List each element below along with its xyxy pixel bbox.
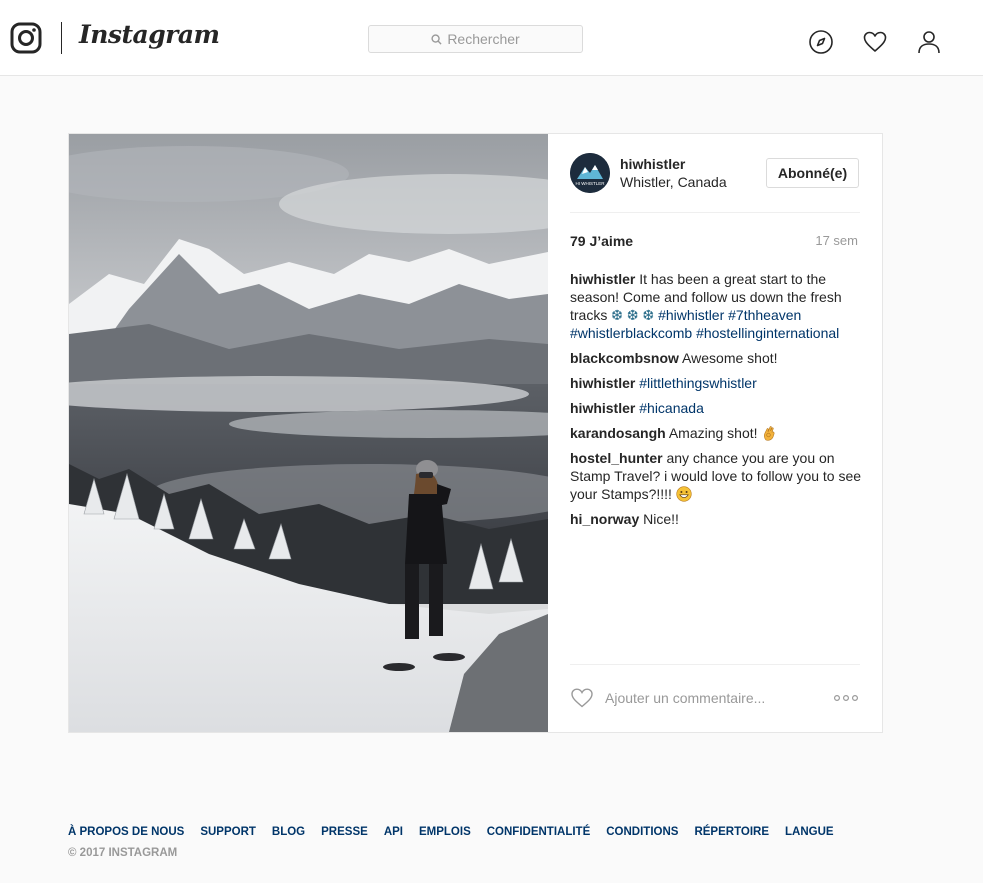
comment-author[interactable]: hi_norway bbox=[570, 511, 639, 527]
top-navbar: Instagram Rechercher bbox=[0, 0, 983, 76]
account-avatar[interactable]: HI WHISTLER bbox=[570, 153, 610, 193]
footer-link-support[interactable]: SUPPORT bbox=[200, 826, 256, 838]
like-heart-icon[interactable] bbox=[570, 686, 594, 710]
comment-author[interactable]: hostel_hunter bbox=[570, 450, 663, 466]
comments-list: hiwhistler It has been a great start to … bbox=[570, 270, 862, 535]
snowflake-emoji: ❆ ❆ ❆ bbox=[611, 307, 655, 323]
comment-text: Amazing shot! bbox=[668, 425, 758, 441]
comment-item: karandosangh Amazing shot! bbox=[570, 424, 862, 442]
instagram-wordmark[interactable]: Instagram bbox=[79, 20, 220, 49]
hashtag-link[interactable]: #hiwhistler bbox=[658, 307, 724, 323]
activity-heart-icon[interactable] bbox=[862, 29, 888, 55]
comment-author[interactable]: hiwhistler bbox=[570, 375, 635, 391]
explore-compass-icon[interactable] bbox=[808, 29, 834, 55]
comment-item: hiwhistler #littlethingswhistler bbox=[570, 374, 862, 392]
comment-author[interactable]: hiwhistler bbox=[570, 271, 635, 287]
hashtag-link[interactable]: #hicanada bbox=[639, 400, 704, 416]
footer-link-language[interactable]: LANGUE bbox=[785, 826, 834, 838]
footer-link-about[interactable]: À PROPOS DE NOUS bbox=[68, 826, 184, 838]
following-button[interactable]: Abonné(e) bbox=[766, 158, 859, 188]
likes-count[interactable]: 79 J’aime bbox=[570, 233, 633, 249]
comment-text: Awesome shot! bbox=[682, 350, 778, 366]
comment-input[interactable] bbox=[605, 688, 805, 708]
comment-author[interactable]: hiwhistler bbox=[570, 400, 635, 416]
profile-user-icon[interactable] bbox=[916, 29, 942, 55]
post-username[interactable]: hiwhistler bbox=[620, 156, 685, 172]
footer-link-api[interactable]: API bbox=[384, 826, 403, 838]
search-box[interactable]: Rechercher bbox=[368, 25, 583, 53]
add-comment-bar bbox=[570, 664, 860, 732]
post-age[interactable]: 17 sem bbox=[815, 233, 858, 248]
instagram-glyph-icon[interactable] bbox=[10, 22, 42, 54]
page-footer: À PROPOS DE NOUS SUPPORT BLOG PRESSE API… bbox=[68, 826, 883, 859]
comment-author[interactable]: blackcombsnow bbox=[570, 350, 679, 366]
avatar-logo-text: HI WHISTLER bbox=[575, 181, 605, 186]
post-header: HI WHISTLER hiwhistler Whistler, Canada … bbox=[570, 153, 860, 213]
copyright: © 2017 INSTAGRAM bbox=[68, 847, 178, 859]
footer-link-directory[interactable]: RÉPERTOIRE bbox=[694, 826, 769, 838]
logo-divider bbox=[61, 22, 62, 54]
footer-link-terms[interactable]: CONDITIONS bbox=[606, 826, 678, 838]
hashtag-link[interactable]: #7thheaven bbox=[728, 307, 801, 323]
post-photo[interactable] bbox=[69, 134, 548, 732]
comment-item: hi_norway Nice!! bbox=[570, 510, 862, 528]
likes-row: 79 J’aime 17 sem bbox=[570, 233, 860, 251]
hashtag-link[interactable]: #hostellinginternational bbox=[696, 325, 839, 341]
comment-author[interactable]: karandosangh bbox=[570, 425, 666, 441]
comment-item: hiwhistler #hicanada bbox=[570, 399, 862, 417]
footer-link-jobs[interactable]: EMPLOIS bbox=[419, 826, 471, 838]
post-sidebar: HI WHISTLER hiwhistler Whistler, Canada … bbox=[548, 134, 882, 732]
comment-text: Nice!! bbox=[643, 511, 679, 527]
hashtag-link[interactable]: #littlethingswhistler bbox=[639, 375, 757, 391]
hashtag-link[interactable]: #whistlerblackcomb bbox=[570, 325, 692, 341]
caption: hiwhistler It has been a great start to … bbox=[570, 270, 862, 342]
search-placeholder: Rechercher bbox=[447, 31, 520, 47]
ok-hand-emoji-icon bbox=[764, 426, 775, 441]
footer-links: À PROPOS DE NOUS SUPPORT BLOG PRESSE API… bbox=[68, 826, 883, 838]
footer-link-press[interactable]: PRESSE bbox=[321, 826, 368, 838]
more-options-icon[interactable] bbox=[833, 691, 859, 703]
footer-link-blog[interactable]: BLOG bbox=[272, 826, 305, 838]
grinning-emoji-icon bbox=[676, 486, 692, 502]
comment-item: blackcombsnow Awesome shot! bbox=[570, 349, 862, 367]
post-location[interactable]: Whistler, Canada bbox=[620, 174, 727, 190]
comment-item: hostel_hunter any chance you are you on … bbox=[570, 449, 862, 503]
footer-link-privacy[interactable]: CONFIDENTIALITÉ bbox=[487, 826, 591, 838]
search-icon bbox=[431, 33, 442, 45]
post-card: HI WHISTLER hiwhistler Whistler, Canada … bbox=[68, 133, 883, 733]
